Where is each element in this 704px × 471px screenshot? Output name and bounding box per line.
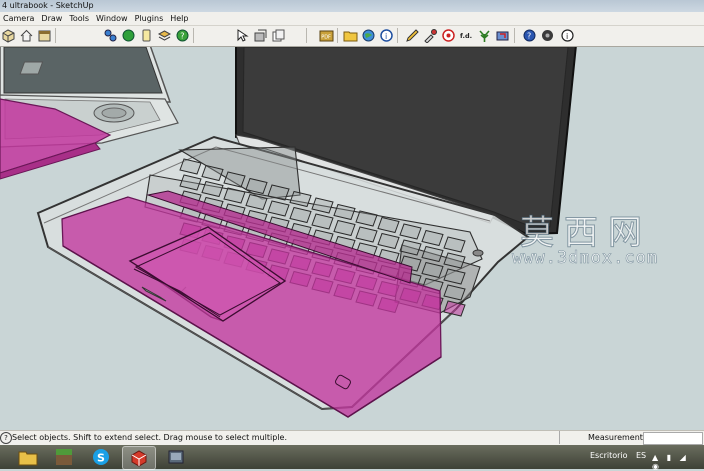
help-glyph: ? <box>527 32 531 41</box>
export-icon[interactable] <box>494 27 511 44</box>
menu-camera[interactable]: Camera <box>0 12 38 25</box>
tray-language-label[interactable]: ES <box>636 451 646 460</box>
menu-draw[interactable]: Draw <box>38 12 66 25</box>
toolbar-separator <box>55 28 56 43</box>
fd-label: f.d. <box>460 32 472 40</box>
menu-bar: Camera Draw Tools Window Plugins Help <box>0 12 704 26</box>
status-help-icon[interactable]: ? <box>0 432 12 444</box>
select-arrow-icon[interactable] <box>234 27 251 44</box>
pdf-label: PDF <box>321 35 331 41</box>
svg-text:?: ? <box>180 32 184 41</box>
watermark-url: www.3dmox.com <box>512 248 659 269</box>
toolbar-separator <box>337 28 338 43</box>
components-icon[interactable] <box>102 27 119 44</box>
eyedropper-icon[interactable] <box>422 27 439 44</box>
pencil-icon[interactable] <box>404 27 421 44</box>
title-bar: 4 ultrabook - SketchUp <box>0 0 704 12</box>
window-title: 4 ultrabook - SketchUp <box>2 1 94 10</box>
toolbar: ? PDF i f.d. ? i <box>0 26 704 47</box>
front-view-icon[interactable] <box>36 27 53 44</box>
help-icon[interactable]: ? <box>521 27 538 44</box>
toolbar-separator <box>193 28 194 43</box>
measurements-input[interactable] <box>643 432 703 445</box>
help-green-icon[interactable]: ? <box>174 27 191 44</box>
menu-help[interactable]: Help <box>167 12 192 25</box>
svg-text:i: i <box>385 32 387 41</box>
minecraft-taskbar-icon[interactable] <box>48 446 80 468</box>
model-viewport[interactable]: 莫西网 www.3dmox.com <box>0 47 704 430</box>
settings-icon[interactable] <box>539 27 556 44</box>
sketchup-taskbar-icon[interactable] <box>122 446 156 470</box>
globe-icon[interactable] <box>360 27 377 44</box>
scene-tool-icon[interactable] <box>252 27 269 44</box>
measurements-label: Measurements <box>588 433 648 442</box>
menu-window[interactable]: Window <box>93 12 132 25</box>
layers-icon[interactable] <box>156 27 173 44</box>
tray-desktop-label[interactable]: Escritorio <box>590 451 628 460</box>
watermark-chinese: 莫西网 <box>520 213 652 254</box>
info-icon[interactable]: i <box>378 27 395 44</box>
toolbar-separator <box>514 28 515 43</box>
status-bar: ? Select objects. Shift to extend select… <box>0 430 704 445</box>
status-text: Select objects. Shift to extend select. … <box>12 433 288 442</box>
app-taskbar-icon[interactable] <box>160 446 192 468</box>
skype-taskbar-icon[interactable]: S <box>85 446 117 468</box>
taskbar: S Escritorio ES ▲ ▮ ◢ ◉ <box>0 445 704 471</box>
copy-tool-icon[interactable] <box>270 27 287 44</box>
menu-plugins[interactable]: Plugins <box>132 12 168 25</box>
plant-icon[interactable] <box>476 27 493 44</box>
fd-tool-icon[interactable]: f.d. <box>458 27 475 44</box>
tray-icons[interactable]: ▲ ▮ ◢ ◉ <box>652 453 704 471</box>
about-info-icon[interactable]: i <box>559 27 576 44</box>
styles-icon[interactable] <box>138 27 155 44</box>
explorer-taskbar-icon[interactable] <box>12 446 44 468</box>
iso-view-icon[interactable] <box>0 27 17 44</box>
pdf-export-icon[interactable]: PDF <box>318 27 335 44</box>
toolbar-separator <box>397 28 398 43</box>
info-glyph: i <box>566 32 568 41</box>
background-laptop <box>0 47 179 180</box>
materials-icon[interactable] <box>120 27 137 44</box>
menu-tools[interactable]: Tools <box>66 12 93 25</box>
folder-icon[interactable] <box>342 27 359 44</box>
target-icon[interactable] <box>440 27 457 44</box>
home-view-icon[interactable] <box>18 27 35 44</box>
svg-text:S: S <box>97 452 105 465</box>
toolbar-separator <box>306 28 307 43</box>
